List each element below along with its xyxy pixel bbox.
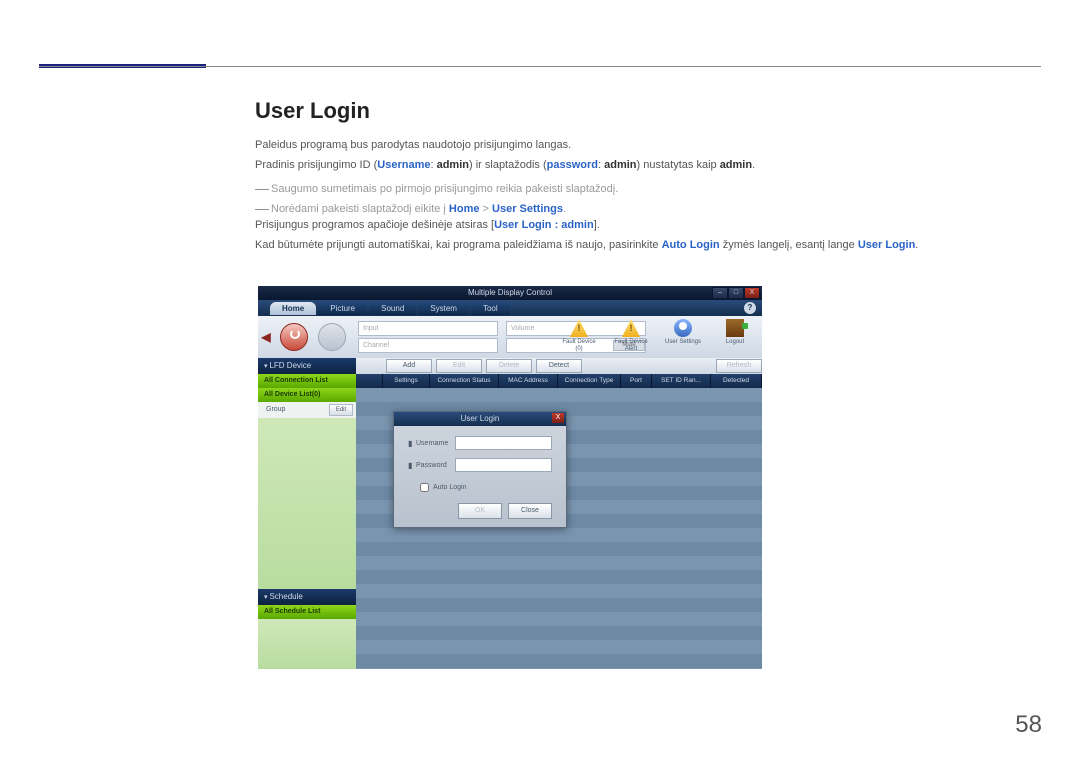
paragraph-2: Pradinis prisijungimo ID (Username: admi… <box>255 158 755 173</box>
tab-system[interactable]: System <box>418 302 469 315</box>
bullet-icon: ▮ <box>408 461 412 470</box>
dialog-titlebar: User Login X <box>394 412 566 426</box>
column-header[interactable]: Connection Type <box>558 374 621 388</box>
column-header[interactable]: Connection Status <box>430 374 499 388</box>
fault-alert-button[interactable]: Fault Device Alert <box>610 319 652 352</box>
toolbar: ◀ Input Channel Volume Mute Fault Device… <box>258 316 762 358</box>
column-header[interactable]: SET ID Ran... <box>652 374 711 388</box>
column-header[interactable]: Port <box>621 374 652 388</box>
user-settings-button[interactable]: User Settings <box>662 319 704 352</box>
warning-icon <box>570 319 588 337</box>
password-input[interactable] <box>455 458 552 472</box>
bullet-icon: ▮ <box>408 439 412 448</box>
delete-button[interactable]: Delete <box>486 359 532 373</box>
tab-tool[interactable]: Tool <box>471 302 510 315</box>
auto-login-checkbox[interactable] <box>420 483 429 492</box>
column-header[interactable]: MAC Address <box>499 374 558 388</box>
fault-device-button[interactable]: Fault Device (0) <box>558 319 600 352</box>
window-title: Multiple Display Control <box>468 288 552 297</box>
window-titlebar: Multiple Display Control – □ X <box>258 286 762 300</box>
logout-button[interactable]: Logout <box>714 319 756 352</box>
paragraph-1: Paleidus programą bus parodytas naudotoj… <box>255 138 571 153</box>
sidebar: LFD Device All Connection List All Devic… <box>258 358 356 669</box>
page-title: User Login <box>255 98 370 124</box>
door-icon <box>726 319 744 337</box>
scroll-left-icon[interactable]: ◀ <box>258 316 274 358</box>
minimize-button[interactable]: – <box>712 287 728 299</box>
sidebar-spacer <box>258 418 356 589</box>
warning-icon <box>622 319 640 337</box>
edit-button[interactable]: Edit <box>329 404 353 416</box>
sidebar-item-device-list[interactable]: All Device List(0) <box>258 388 356 402</box>
power-on-button[interactable] <box>280 323 308 351</box>
input-field[interactable]: Input <box>358 321 498 336</box>
dialog-close-button[interactable]: X <box>552 413 564 423</box>
sidebar-header-lfd[interactable]: LFD Device <box>258 358 356 374</box>
close-button[interactable]: Close <box>508 503 552 519</box>
auto-login-label: Auto Login <box>433 484 466 491</box>
note-2: ―Norėdami pakeisti slaptažodį eikite į H… <box>255 198 566 218</box>
channel-field[interactable]: Channel <box>358 338 498 353</box>
header-rule <box>39 66 1041 67</box>
power-off-button[interactable] <box>318 323 346 351</box>
username-input[interactable] <box>455 436 552 450</box>
edit-button[interactable]: Edit <box>436 359 482 373</box>
sidebar-spacer <box>258 619 356 669</box>
dialog-title: User Login <box>461 414 500 423</box>
app-window: Multiple Display Control – □ X Home Pict… <box>258 286 762 669</box>
user-icon <box>674 319 692 337</box>
note-1: ―Saugumo sumetimais po pirmojo prisijung… <box>255 178 618 198</box>
action-bar: Add Edit Delete Detect Refresh <box>356 358 762 374</box>
password-label: Password <box>416 462 455 469</box>
tab-home[interactable]: Home <box>270 302 316 315</box>
help-icon[interactable]: ? <box>744 302 756 314</box>
sidebar-item-connection-list[interactable]: All Connection List <box>258 374 356 388</box>
column-header[interactable] <box>356 374 383 388</box>
ok-button[interactable]: OK <box>458 503 502 519</box>
sidebar-header-schedule[interactable]: Schedule <box>258 589 356 605</box>
paragraph-4: Kad būtumėte prijungti automatiškai, kai… <box>255 238 918 253</box>
username-label: Username <box>416 440 455 447</box>
sidebar-item-group[interactable]: Group Edit <box>258 402 356 418</box>
user-login-dialog: User Login X ▮ Username ▮ Password Auto Lo… <box>393 411 567 528</box>
add-button[interactable]: Add <box>386 359 432 373</box>
paragraph-3: Prisijungus programos apačioje dešinėje … <box>255 218 600 233</box>
tab-sound[interactable]: Sound <box>369 302 416 315</box>
sidebar-item-schedule-list[interactable]: All Schedule List <box>258 605 356 619</box>
close-button[interactable]: X <box>744 287 760 299</box>
column-header[interactable]: Settings <box>383 374 430 388</box>
table-header: SettingsConnection StatusMAC AddressConn… <box>356 374 762 388</box>
maximize-button[interactable]: □ <box>728 287 744 299</box>
page-number: 58 <box>1015 711 1042 739</box>
column-header[interactable]: Detected <box>711 374 762 388</box>
detect-button[interactable]: Detect <box>536 359 582 373</box>
tab-picture[interactable]: Picture <box>318 302 367 315</box>
main-tabs: Home Picture Sound System Tool ? <box>258 300 762 316</box>
refresh-button[interactable]: Refresh <box>716 359 762 373</box>
